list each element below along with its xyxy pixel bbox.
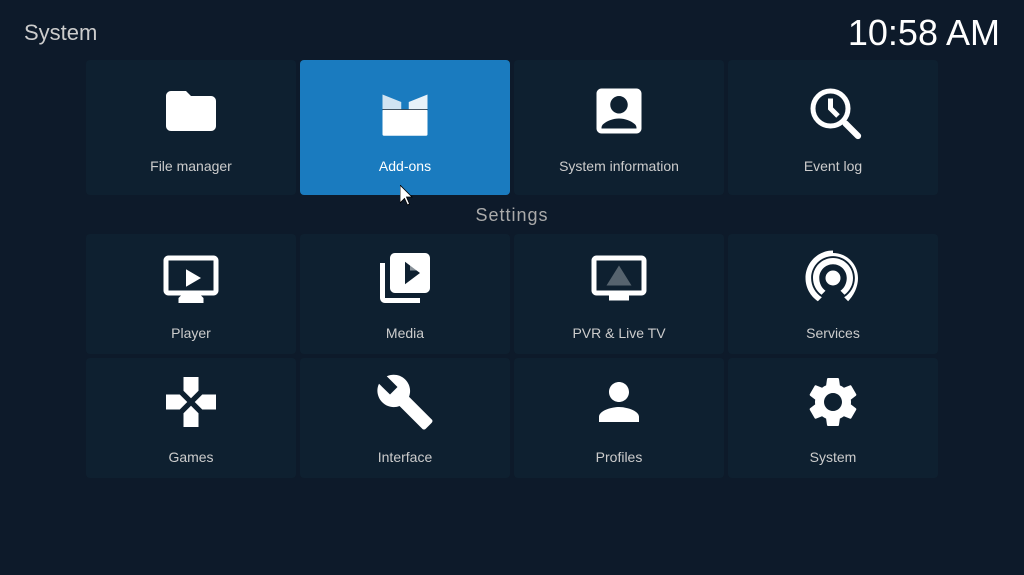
tile-services[interactable]: Services	[728, 234, 938, 354]
event-log-icon	[803, 81, 863, 150]
tile-file-manager[interactable]: File manager	[86, 60, 296, 195]
settings-section: Settings Player Media PVR & Live TV Service…	[0, 205, 1024, 478]
services-icon	[803, 248, 863, 317]
add-ons-label: Add-ons	[379, 158, 431, 174]
system-icon	[803, 372, 863, 441]
interface-icon	[375, 372, 435, 441]
interface-label: Interface	[378, 449, 432, 465]
settings-grid: Player Media PVR & Live TV Services Games In…	[0, 234, 1024, 478]
page-title: System	[24, 20, 97, 46]
clock: 10:58 AM	[848, 12, 1000, 54]
profiles-label: Profiles	[596, 449, 643, 465]
media-label: Media	[386, 325, 424, 341]
header: System 10:58 AM	[0, 0, 1024, 66]
tile-interface[interactable]: Interface	[300, 358, 510, 478]
games-label: Games	[168, 449, 213, 465]
system-label: System	[810, 449, 857, 465]
player-label: Player	[171, 325, 211, 341]
services-label: Services	[806, 325, 860, 341]
system-information-icon	[589, 81, 649, 150]
tile-games[interactable]: Games	[86, 358, 296, 478]
tile-player[interactable]: Player	[86, 234, 296, 354]
tile-pvr-live-tv[interactable]: PVR & Live TV	[514, 234, 724, 354]
games-icon	[161, 372, 221, 441]
tile-event-log[interactable]: Event log	[728, 60, 938, 195]
file-manager-icon	[161, 81, 221, 150]
top-tiles-row: File manager Add-ons System information Ev…	[0, 60, 1024, 195]
settings-row-1: Player Media PVR & Live TV Services	[86, 234, 938, 354]
tile-system[interactable]: System	[728, 358, 938, 478]
system-information-label: System information	[559, 158, 679, 174]
tile-add-ons[interactable]: Add-ons	[300, 60, 510, 195]
add-ons-icon	[375, 81, 435, 150]
settings-heading: Settings	[0, 205, 1024, 226]
tile-system-information[interactable]: System information	[514, 60, 724, 195]
event-log-label: Event log	[804, 158, 862, 174]
player-icon	[161, 248, 221, 317]
pvr-live-tv-label: PVR & Live TV	[572, 325, 665, 341]
tile-profiles[interactable]: Profiles	[514, 358, 724, 478]
settings-row-2: Games Interface Profiles System	[86, 358, 938, 478]
tile-media[interactable]: Media	[300, 234, 510, 354]
media-icon	[375, 248, 435, 317]
profiles-icon	[589, 372, 649, 441]
file-manager-label: File manager	[150, 158, 232, 174]
pvr-live-tv-icon	[589, 248, 649, 317]
